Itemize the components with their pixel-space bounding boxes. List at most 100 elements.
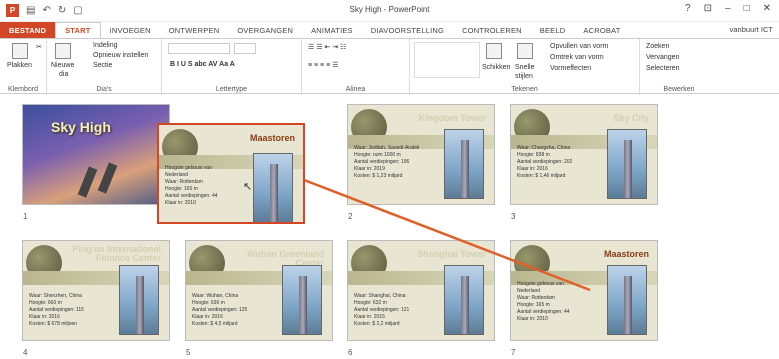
slide-number: 1 <box>23 212 28 221</box>
tab-acrobat[interactable]: ACROBAT <box>574 22 629 38</box>
bullet: Hoogte: 632 m <box>354 300 387 306</box>
font-format-buttons[interactable]: B I U S abc AV Aa A <box>170 61 235 68</box>
close-icon[interactable]: ✕ <box>763 3 771 14</box>
bullet: Hoogte: 636 m <box>192 300 225 306</box>
dragged-slide[interactable]: Maastoren Hoogste gebouw van Nederland W… <box>157 123 305 224</box>
ribbon-display-icon[interactable]: ⊡ <box>704 3 712 14</box>
font-size-select[interactable] <box>234 43 256 54</box>
bullet: Kosten: $ 2,2 miljard <box>354 321 400 327</box>
bullet: Hoogte: ruim 1000 m <box>354 152 401 158</box>
paste-label[interactable]: Plakken <box>7 62 32 69</box>
tab-invoegen[interactable]: INVOEGEN <box>101 22 160 38</box>
group-label-bewerken: Bewerken <box>663 86 695 93</box>
shape-fill-button[interactable]: Opvullen van vorm <box>550 43 608 50</box>
bullet: Waar: Jeddah, Saoedi-Arabië <box>354 145 420 151</box>
paste-icon[interactable] <box>12 43 28 59</box>
align-buttons[interactable]: ≡ ≡ ≡ ≡ ☰ <box>308 61 338 69</box>
minimize-icon[interactable]: – <box>725 3 731 14</box>
reset-button[interactable]: Opnieuw instellen <box>93 52 148 59</box>
slide-thumbnail-5[interactable]: Wuhan Greenland Center Waar: Wuhan, Chin… <box>185 240 333 341</box>
bullet: Hoogte: 838 m <box>517 152 550 158</box>
slide-thumbnail-6[interactable]: Shanghai Tower Waar: Shanghai, China Hoog… <box>347 240 495 341</box>
group-label-klembord: Klembord <box>8 86 38 93</box>
shape-outline-button[interactable]: Omtrek van vorm <box>550 54 604 61</box>
bullet: Klaar in: 2016 <box>517 166 548 172</box>
title-bar: P ▤ ↶ ↻ ▢ Sky High - PowerPoint ? ⊡ – □ … <box>0 0 779 22</box>
group-dias: Nieuwe dia Indeling Opnieuw instellen Se… <box>47 39 162 95</box>
slide-thumbnail-1[interactable]: Sky High <box>22 104 170 205</box>
tab-overgangen[interactable]: OVERGANGEN <box>228 22 302 38</box>
bullet: Waar: Wuhan, China <box>192 293 239 299</box>
group-lettertype: B I U S abc AV Aa A Lettertype <box>162 39 302 95</box>
tab-controleren[interactable]: CONTROLEREN <box>453 22 531 38</box>
list-buttons[interactable]: ☰ ☰ ⇤ ⇥ ☷ <box>308 43 346 51</box>
slide-title: Maastoren <box>249 133 295 143</box>
window-title: Sky High - PowerPoint <box>349 5 430 14</box>
tab-ontwerpen[interactable]: ONTWERPEN <box>160 22 229 38</box>
tower-photo <box>607 265 647 335</box>
new-slide-sub[interactable]: dia <box>59 71 68 78</box>
font-name-select[interactable] <box>168 43 230 54</box>
section-button[interactable]: Sectie <box>93 62 112 69</box>
bullet: Waar: Changsha, China <box>517 145 571 151</box>
bullet: Klaar in: 2010 <box>517 316 548 322</box>
slide-number: 4 <box>23 348 28 357</box>
tab-beeld[interactable]: BEELD <box>531 22 575 38</box>
arrange-icon[interactable] <box>486 43 502 59</box>
bullet: Waar: Shanghai, China <box>354 293 406 299</box>
new-slide-label[interactable]: Nieuwe <box>51 62 74 69</box>
arrange-button[interactable]: Schikken <box>482 64 510 71</box>
slide-thumbnail-7[interactable]: Maastoren Hoogste gebouw van Nederland Wa… <box>510 240 658 341</box>
group-label-tekenen: Tekenen <box>511 86 538 93</box>
bullet: Kosten: $ 678 miljoen <box>29 321 78 327</box>
slide-thumbnail-2[interactable]: Kingdom Tower Waar: Jeddah, Saoedi-Arabi… <box>347 104 495 205</box>
tower-photo <box>444 129 484 199</box>
bullet: Hoogste gebouw van Nederland <box>165 165 212 178</box>
slide-bullets: Waar: Shenzhen, China Hoogte: 660 m Aantal… <box>29 293 99 328</box>
group-alinea: ☰ ☰ ⇤ ⇥ ☷ ≡ ≡ ≡ ≡ ☰ Alinea <box>302 39 410 95</box>
quick-styles-icon[interactable] <box>517 43 533 59</box>
tower-shape <box>97 162 118 194</box>
tab-bestand[interactable]: BESTAND <box>0 22 56 38</box>
shape-effects-button[interactable]: Vormeffecten <box>550 65 591 72</box>
bullet: Klaar in: 2019 <box>354 166 385 172</box>
ribbon-tabs: BESTAND START INVOEGEN ONTWERPEN OVERGAN… <box>0 22 779 38</box>
bullet: Aantal verdiepingen: 202 <box>517 159 573 165</box>
replace-button[interactable]: Vervangen <box>646 54 679 61</box>
slide-title: Kingdom Tower <box>418 113 486 123</box>
help-icon[interactable]: ? <box>685 3 691 14</box>
cut-icon[interactable]: ✂ <box>36 43 42 51</box>
tab-start[interactable]: START <box>55 22 101 38</box>
user-name[interactable]: vanbuurt ICT <box>730 25 773 34</box>
bullet: Hoogste gebouw van Nederland <box>517 281 564 294</box>
bullet: Waar: Shenzhen, China <box>29 293 82 299</box>
find-button[interactable]: Zoeken <box>646 43 669 50</box>
slide-bullets: Waar: Jeddah, Saoedi-Arabië Hoogte: ruim … <box>354 145 424 180</box>
slide-number: 5 <box>186 348 191 357</box>
tab-diavoorstelling[interactable]: DIAVOORSTELLING <box>362 22 453 38</box>
group-tekenen: Schikken Snelle stijlen Opvullen van vor… <box>410 39 640 95</box>
slide-thumbnail-3[interactable]: Sky City Waar: Changsha, China Hoogte: 83… <box>510 104 658 205</box>
shapes-gallery[interactable] <box>414 42 480 78</box>
bullet: Klaar in: 2016 <box>29 314 60 320</box>
slide-number: 7 <box>511 348 516 357</box>
slide-bullets: Waar: Wuhan, China Hoogte: 636 m Aantal ve… <box>192 293 262 328</box>
slide-thumbnail-4[interactable]: Ping'an International Finance Center Waa… <box>22 240 170 341</box>
quick-styles-sub[interactable]: stijlen <box>515 73 533 80</box>
select-button[interactable]: Selecteren <box>646 65 679 72</box>
slide-bullets: Hoogste gebouw van Nederland Waar: Rotter… <box>517 281 587 323</box>
group-label-dias: Dia's <box>96 86 112 93</box>
slide-bullets: Waar: Shanghai, China Hoogte: 632 m Aantal… <box>354 293 424 328</box>
slide-bullets: Waar: Changsha, China Hoogte: 838 m Aantal… <box>517 145 587 180</box>
slide-title: Shanghai Tower <box>417 249 486 259</box>
tab-animaties[interactable]: ANIMATIES <box>302 22 362 38</box>
bullet: Hoogte: 165 m <box>517 302 550 308</box>
tower-photo <box>282 265 322 335</box>
bullet: Hoogte: 165 m <box>165 186 198 192</box>
bullet: Hoogte: 660 m <box>29 300 62 306</box>
quick-styles-label[interactable]: Snelle <box>515 64 534 71</box>
maximize-icon[interactable]: □ <box>744 3 750 14</box>
bullet: Aantal verdiepingen: 44 <box>517 309 570 315</box>
layout-button[interactable]: Indeling <box>93 42 118 49</box>
new-slide-icon-big[interactable] <box>55 43 71 59</box>
